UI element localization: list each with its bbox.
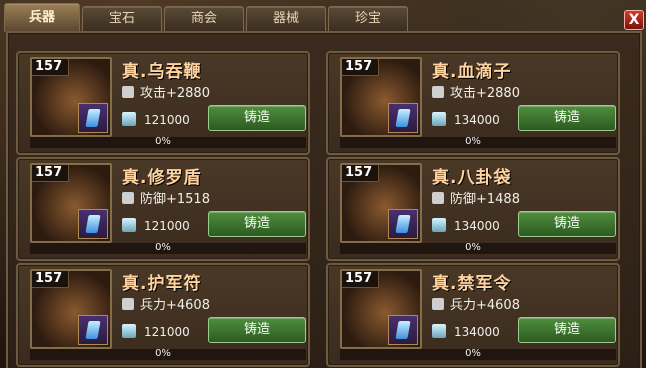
item-name: 真.护军符 [122,274,202,294]
cost-row: 121000 [122,217,190,235]
item-name: 真.修罗盾 [122,168,202,188]
item-stat: 兵力+4608 [122,297,210,315]
item-card-1: 157 真.乌吞鞭 攻击+2880 121000 铸造 0% [16,51,310,155]
item-stat: 防御+1518 [122,191,210,209]
tab-gems[interactable]: 宝石 [82,6,162,31]
game-window: 兵器 宝石 商会 器械 珍宝 X 157 真.乌吞鞭 攻击+2880 12100… [0,0,646,368]
item-image[interactable]: 157 [30,163,112,243]
item-name: 真.血滴子 [432,62,512,82]
crystal-icon [122,324,136,338]
crystal-icon [432,324,446,338]
soldier-icon [122,298,134,310]
close-button[interactable]: X [624,10,644,30]
forge-button[interactable]: 铸造 [208,105,306,131]
tab-treasures[interactable]: 珍宝 [328,6,408,31]
forge-button[interactable]: 铸造 [518,211,616,237]
gem-icon [388,209,418,239]
cost-row: 134000 [432,217,500,235]
forge-button[interactable]: 铸造 [208,211,306,237]
item-card-2: 157 真.血滴子 攻击+2880 134000 铸造 0% [326,51,620,155]
level-badge: 157 [342,59,379,76]
cost-row: 121000 [122,323,190,341]
item-image[interactable]: 157 [340,163,422,243]
progress-text: 0% [155,136,171,147]
item-name: 真.乌吞鞭 [122,62,202,82]
sword-icon [432,86,444,98]
item-stat: 防御+1488 [432,191,520,209]
gem-icon [78,209,108,239]
item-image[interactable]: 157 [30,57,112,137]
tab-bar: 兵器 宝石 商会 器械 珍宝 X [0,0,646,32]
level-badge: 157 [342,271,379,288]
item-card-5: 157 真.护军符 兵力+4608 121000 铸造 0% [16,263,310,367]
crystal-icon [432,112,446,126]
item-card-4: 157 真.八卦袋 防御+1488 134000 铸造 0% [326,157,620,261]
progress-text: 0% [465,348,481,359]
item-name: 真.禁军令 [432,274,512,294]
crystal-icon [122,218,136,232]
gem-icon [78,315,108,345]
forge-button[interactable]: 铸造 [518,105,616,131]
forge-button[interactable]: 铸造 [208,317,306,343]
item-image[interactable]: 157 [30,269,112,349]
shield-icon [122,192,134,204]
tab-machinery[interactable]: 器械 [246,6,326,31]
crystal-icon [432,218,446,232]
cost-row: 134000 [432,323,500,341]
gem-icon [388,315,418,345]
cost-row: 121000 [122,111,190,129]
progress-text: 0% [155,348,171,359]
crystal-icon [122,112,136,126]
level-badge: 157 [342,165,379,182]
item-image[interactable]: 157 [340,57,422,137]
gem-icon [78,103,108,133]
item-name: 真.八卦袋 [432,168,512,188]
progress-text: 0% [155,242,171,253]
crafting-panel: 157 真.乌吞鞭 攻击+2880 121000 铸造 0% 157 真.血滴子… [6,31,642,368]
item-card-6: 157 真.禁军令 兵力+4608 134000 铸造 0% [326,263,620,367]
progress-text: 0% [465,136,481,147]
sword-icon [122,86,134,98]
tab-weapons[interactable]: 兵器 [4,3,80,32]
item-stat: 攻击+2880 [432,85,520,103]
tab-guild[interactable]: 商会 [164,6,244,31]
soldier-icon [432,298,444,310]
shield-icon [432,192,444,204]
level-badge: 157 [32,271,69,288]
item-card-3: 157 真.修罗盾 防御+1518 121000 铸造 0% [16,157,310,261]
forge-button[interactable]: 铸造 [518,317,616,343]
item-image[interactable]: 157 [340,269,422,349]
item-stat: 兵力+4608 [432,297,520,315]
cost-row: 134000 [432,111,500,129]
level-badge: 157 [32,59,69,76]
level-badge: 157 [32,165,69,182]
item-stat: 攻击+2880 [122,85,210,103]
progress-text: 0% [465,242,481,253]
gem-icon [388,103,418,133]
